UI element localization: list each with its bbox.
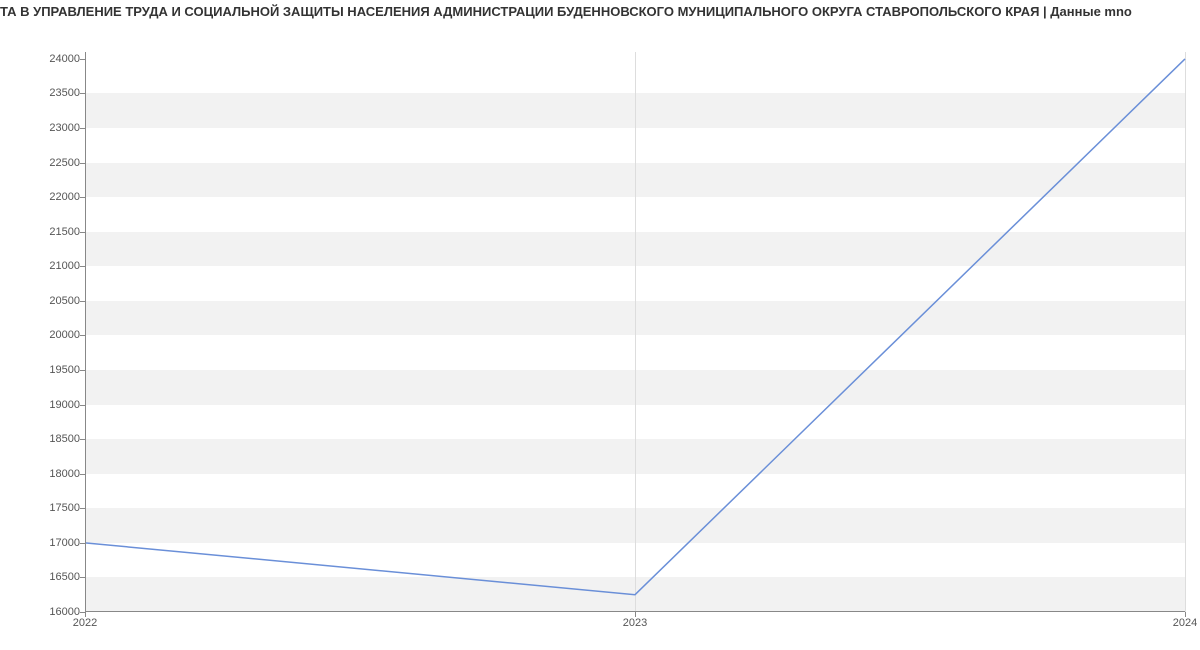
y-tick-label: 24000 (10, 53, 80, 65)
y-tick-label: 18500 (10, 433, 80, 445)
x-tick-label: 2022 (73, 617, 97, 629)
y-tick-mark (80, 543, 85, 544)
series-line (85, 59, 1185, 595)
line-layer (85, 52, 1185, 612)
y-tick-mark (80, 128, 85, 129)
y-tick-mark (80, 163, 85, 164)
y-tick-mark (80, 474, 85, 475)
y-tick-label: 22000 (10, 191, 80, 203)
y-tick-label: 17500 (10, 502, 80, 514)
y-tick-label: 16000 (10, 606, 80, 618)
y-tick-label: 19000 (10, 399, 80, 411)
y-tick-label: 21500 (10, 226, 80, 238)
y-tick-mark (80, 335, 85, 336)
y-tick-label: 21000 (10, 260, 80, 272)
y-tick-label: 16500 (10, 571, 80, 583)
x-tick-mark (85, 612, 86, 617)
y-tick-mark (80, 301, 85, 302)
y-tick-mark (80, 197, 85, 198)
x-tick-mark (1185, 612, 1186, 617)
x-tick-label: 2024 (1173, 617, 1197, 629)
y-tick-mark (80, 232, 85, 233)
y-tick-mark (80, 439, 85, 440)
y-axis-line (85, 52, 86, 612)
vertical-gridline (1185, 52, 1186, 612)
y-tick-mark (80, 370, 85, 371)
y-tick-label: 19500 (10, 364, 80, 376)
y-tick-mark (80, 405, 85, 406)
y-tick-mark (80, 266, 85, 267)
page-title: ТА В УПРАВЛЕНИЕ ТРУДА И СОЦИАЛЬНОЙ ЗАЩИТ… (0, 0, 1200, 27)
x-tick-mark (635, 612, 636, 617)
y-tick-mark (80, 59, 85, 60)
y-tick-label: 23000 (10, 122, 80, 134)
chart-container: 16000 16500 17000 17500 18000 18500 19000 19500… (0, 27, 1200, 647)
y-tick-mark (80, 508, 85, 509)
y-tick-label: 23500 (10, 87, 80, 99)
y-tick-label: 20000 (10, 329, 80, 341)
y-tick-label: 17000 (10, 537, 80, 549)
y-tick-mark (80, 577, 85, 578)
y-tick-label: 22500 (10, 157, 80, 169)
plot-area (85, 52, 1185, 612)
x-tick-label: 2023 (623, 617, 647, 629)
y-tick-mark (80, 93, 85, 94)
y-tick-label: 18000 (10, 468, 80, 480)
y-tick-label: 20500 (10, 295, 80, 307)
